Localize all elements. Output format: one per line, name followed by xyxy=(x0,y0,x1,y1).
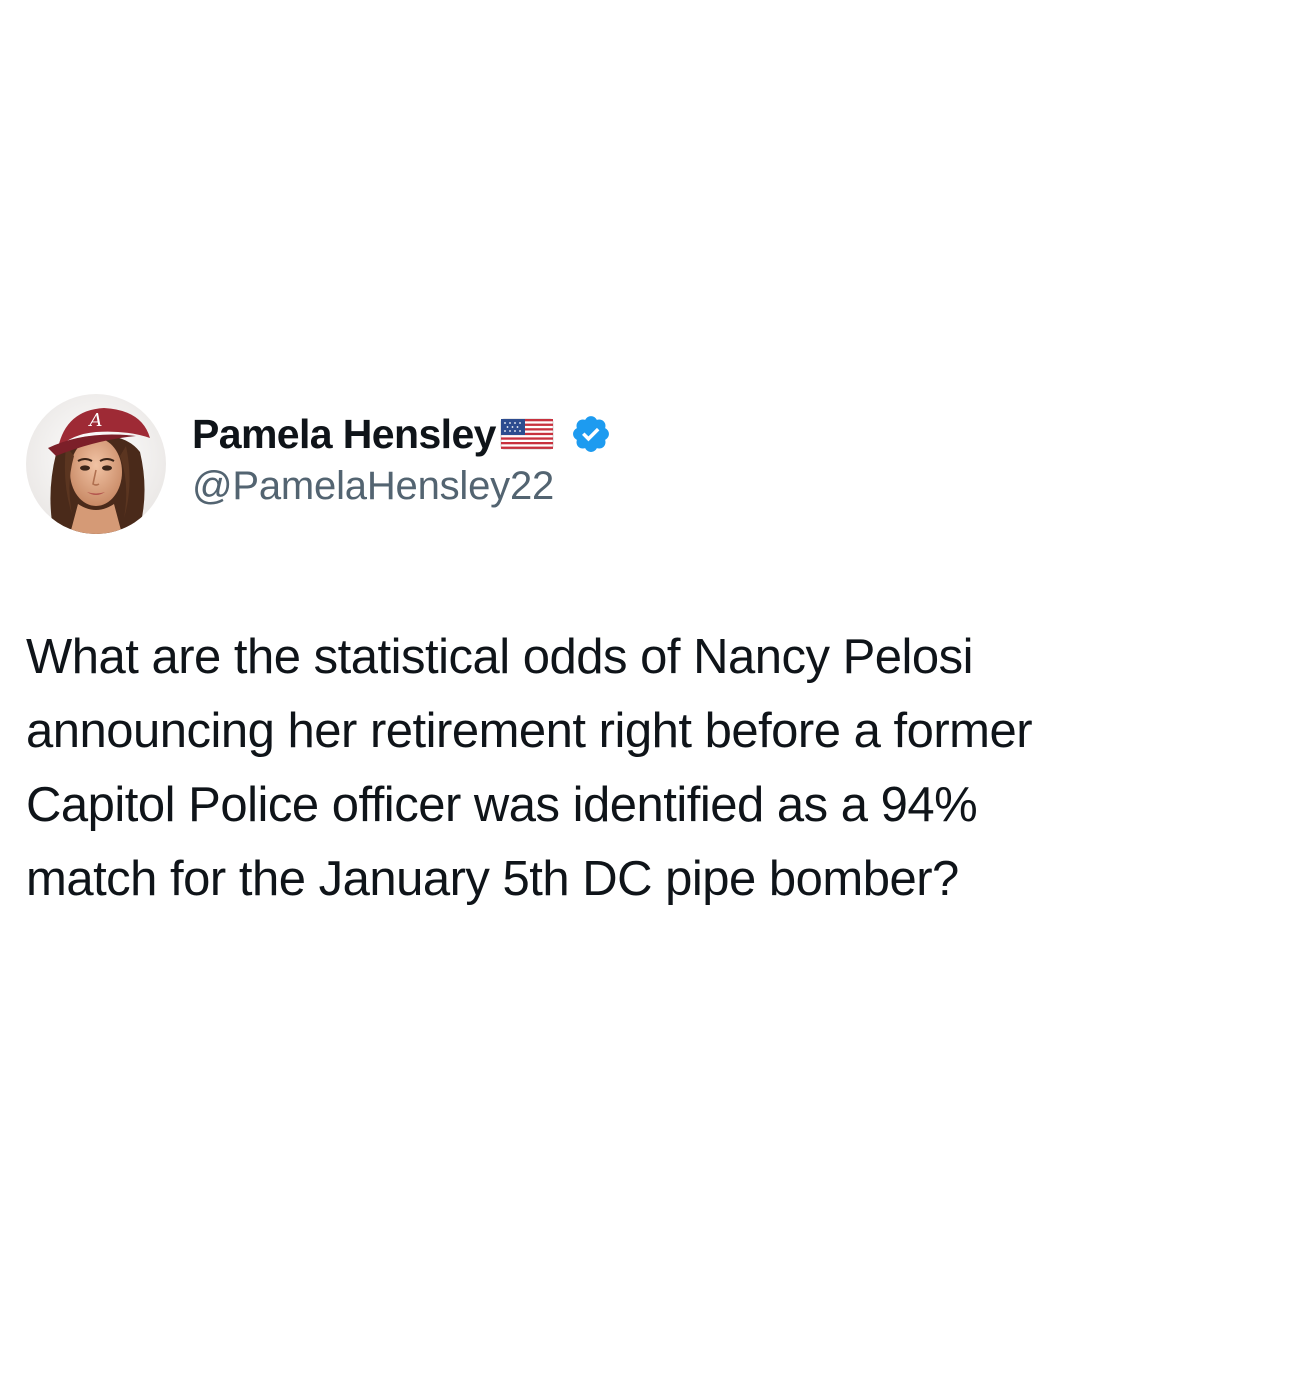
verified-badge-icon[interactable] xyxy=(570,413,612,455)
name-row: Pamela Hensley xyxy=(192,408,612,460)
tweet-text-line: What are the statistical odds of Nancy P… xyxy=(26,630,974,684)
profile-avatar[interactable]: A xyxy=(26,394,166,534)
tweet-card: A Pamela Hensley @PamelaHensley22 What a… xyxy=(26,394,1266,916)
author-names: Pamela Hensley @PamelaHensley22 xyxy=(192,408,612,509)
tweet-header: A Pamela Hensley @PamelaHensley22 xyxy=(26,394,1266,536)
svg-text:A: A xyxy=(88,410,103,431)
us-flag-icon xyxy=(500,415,554,453)
author-handle[interactable]: @PamelaHensley22 xyxy=(192,464,612,509)
tweet-text-line: Capitol Police officer was identified as… xyxy=(26,778,978,832)
tweet-text-line: announcing her retirement right before a… xyxy=(26,704,1033,758)
tweet-text: What are the statistical odds of Nancy P… xyxy=(26,620,1226,916)
tweet-text-line: match for the January 5th DC pipe bomber… xyxy=(26,852,959,906)
author-display-name[interactable]: Pamela Hensley xyxy=(192,411,496,458)
